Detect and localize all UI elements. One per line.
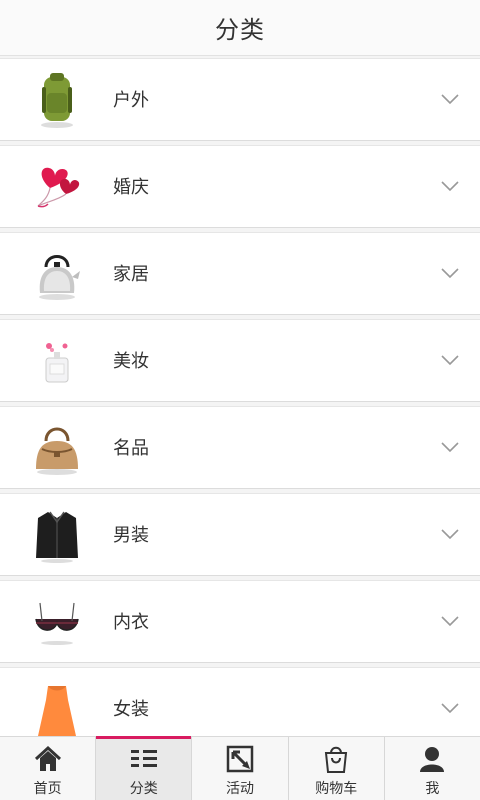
handbag-icon [28,419,86,477]
tab-label: 首页 [33,781,62,797]
heart-balloons-icon [28,158,86,216]
category-list: 户外 婚庆 家居 美妆 名品 男装 内衣 女装 [0,58,480,736]
category-item-home[interactable]: 家居 [0,232,480,315]
chevron-down-icon[interactable] [440,440,460,454]
chevron-down-icon[interactable] [440,266,460,280]
category-label: 婚庆 [113,177,149,198]
category-label: 女装 [113,699,149,720]
category-item-menswear[interactable]: 男装 [0,493,480,576]
category-label: 名品 [113,438,149,459]
tab-activity[interactable]: 活动 [192,737,289,800]
category-label: 家居 [113,264,149,285]
chevron-down-icon[interactable] [440,527,460,541]
kettle-icon [28,245,86,303]
category-item-luxury[interactable]: 名品 [0,406,480,489]
chevron-down-icon[interactable] [440,614,460,628]
category-item-wedding[interactable]: 婚庆 [0,145,480,228]
tab-me[interactable]: 我 [385,737,480,800]
bottom-tab-bar: 首页 分类 活动 购物车 我 [0,736,480,800]
backpack-icon [28,71,86,129]
tab-label: 购物车 [315,781,358,797]
category-item-beauty[interactable]: 美妆 [0,319,480,402]
shopping-bag-icon [325,746,348,773]
tab-label: 分类 [129,781,158,797]
perfume-icon [28,332,86,390]
activity-icon [226,745,254,773]
app: 分类 户外 婚庆 家居 美妆 名品 男装 内衣 女装 首页 分类 活动 购物车 … [0,0,480,800]
category-label: 内衣 [113,612,149,633]
home-icon [34,745,61,771]
chevron-down-icon[interactable] [440,179,460,193]
tab-label: 我 [425,781,440,797]
tab-category[interactable]: 分类 [96,736,193,800]
category-item-underwear[interactable]: 内衣 [0,580,480,663]
category-label: 男装 [113,525,149,546]
chevron-down-icon[interactable] [440,701,460,715]
tab-home[interactable]: 首页 [0,737,97,800]
bra-icon [28,593,86,651]
list-icon [130,750,157,767]
chevron-down-icon[interactable] [440,353,460,367]
user-icon [420,747,445,772]
tab-cart[interactable]: 购物车 [289,737,385,800]
category-item-outdoor[interactable]: 户外 [0,58,480,141]
chevron-down-icon[interactable] [440,92,460,106]
dress-icon [28,680,86,736]
tab-label: 活动 [226,781,254,797]
header-bar: 分类 [0,0,480,56]
category-item-womenswear[interactable]: 女装 [0,667,480,736]
jacket-icon [28,506,86,564]
category-label: 美妆 [113,351,149,372]
category-label: 户外 [113,90,149,111]
page-title: 分类 [215,16,265,44]
